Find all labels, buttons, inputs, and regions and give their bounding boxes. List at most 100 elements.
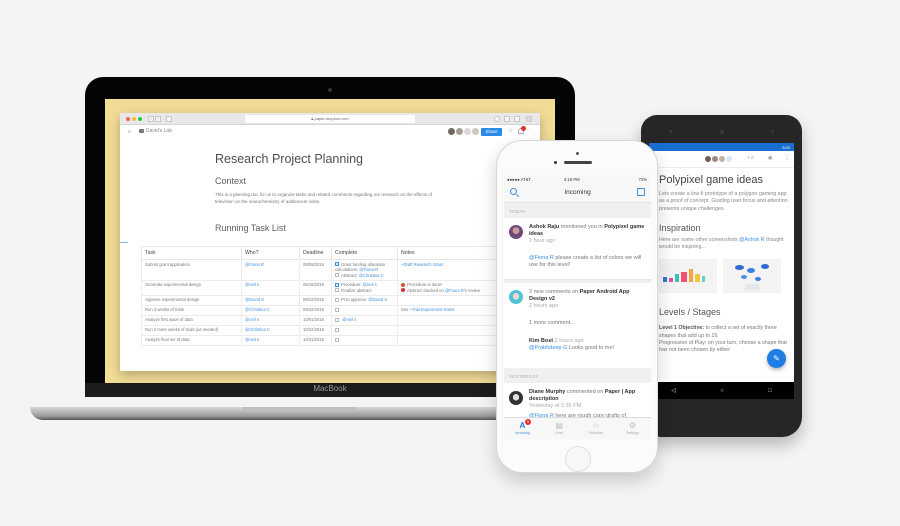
task-cell[interactable]: Approve experimental design [141,294,242,306]
tab-favorites[interactable]: ☆ Favorites [578,418,615,439]
inspiration-image-shapes[interactable] [659,259,717,294]
deadline-cell[interactable]: 10/01/2016 [299,314,332,326]
back-button[interactable]: ‹ [148,116,154,122]
close-window-button[interactable] [126,117,130,121]
doc-link[interactable]: @Fiona R [445,288,464,293]
tab-docs[interactable]: ▤ Docs [541,418,578,439]
avatar[interactable] [725,155,733,163]
collaborator-avatars[interactable] [447,127,480,136]
recents-nav-icon[interactable]: □ [768,388,772,394]
table-row[interactable]: Generate experimental design @neil s 08/15… [141,279,540,296]
avatar[interactable] [471,127,480,136]
doc-link[interactable]: ~Trial Experiment Notes [410,307,455,312]
inspiration-paragraph: Here are some other screenshots @Ashok R… [659,237,789,252]
mention-link[interactable]: @neil s [363,282,377,287]
product-showcase: ‹ › 🔒︎ paper.dropbox.com ≡ David's Lab S… [0,0,900,526]
edit-fab-button[interactable]: ✎ [767,349,786,368]
checkbox[interactable] [335,317,339,322]
deadline-cell[interactable]: 09/22/2016 [299,304,332,316]
android-screen: 3:00 +♙ ★ ⋮ Polypixel game ideas Lets cr… [649,143,794,399]
checkbox[interactable] [335,327,339,332]
star-icon[interactable]: ☆ [508,127,513,134]
task-cell[interactable]: Analyze first wave of data [141,314,242,326]
table-row[interactable]: Run 2 more weeks of trials (as needed) @C… [141,324,540,336]
deadline-cell[interactable]: 08/05/2016 [299,259,332,281]
task-cell[interactable]: Generate experimental design [141,279,242,296]
mention-link[interactable]: @Fiona R [245,262,264,267]
mention-link[interactable]: @Christina C [245,327,270,332]
checkbox-checked[interactable] [335,262,339,267]
tab-settings[interactable]: ⚙ Settings [614,418,651,439]
mention-link[interactable]: @David S [245,297,264,302]
checkbox[interactable] [335,297,339,302]
task-cell[interactable]: Submit grant application [141,259,242,281]
column-header: Deadline [299,246,332,260]
minimize-window-button[interactable] [132,117,136,121]
table-row[interactable]: Analyze first wave of data @neil s 10/01/2… [141,314,540,326]
mention-link[interactable]: @Christina C [359,273,384,278]
feed-item[interactable]: 2 new comments on Paper Android App Desi… [504,283,651,368]
checklist-text: Finalize abstract [341,287,372,293]
share-button[interactable]: Share [481,128,502,136]
back-nav-icon[interactable]: ◁ [671,387,676,394]
mention-link[interactable]: @Ashok R [739,237,764,243]
maximize-window-button[interactable] [138,117,142,121]
home-nav-icon[interactable]: ○ [720,388,724,394]
add-person-icon[interactable]: +♙ [747,155,754,161]
carrier-label: ●●●●● AT&T [507,177,531,182]
tabs-icon[interactable] [514,116,520,122]
deadline-cell[interactable]: 10/22/2016 [299,324,332,336]
mention-link[interactable]: @neil s [342,317,356,322]
mention-link[interactable]: @neil s [245,337,259,342]
deadline-cell[interactable]: 08/15/2016 [299,279,332,296]
share-sheet-icon[interactable] [504,116,510,122]
mention-link[interactable]: @neil s [245,317,259,322]
assignee-cell[interactable]: @neil s [241,279,300,296]
checkbox-checked[interactable] [335,282,339,287]
iphone-camera [576,152,579,155]
mention-link[interactable]: @Fiona R [359,267,378,272]
mention-link[interactable]: @Christina C [245,307,270,312]
star-icon[interactable]: ★ [767,154,773,162]
assignee-cell[interactable]: @David S [241,294,300,306]
folder-breadcrumb[interactable]: David's Lab [146,128,172,134]
assignee-cell[interactable]: @neil s [241,334,300,346]
table-row[interactable]: Analyze final set of data @neil s 10/31/20… [141,334,540,346]
home-button[interactable] [565,446,591,472]
checkbox[interactable] [335,273,339,278]
deadline-cell[interactable]: 10/31/2016 [299,334,332,346]
download-icon[interactable] [494,116,500,122]
overflow-menu-icon[interactable]: ⋮ [784,154,790,161]
table-row[interactable]: Submit grant application @Fiona R 08/05/20… [141,259,540,281]
task-cell[interactable]: Run 3 weeks of trials [141,304,242,316]
assignee-cell[interactable]: @neil s [241,314,300,326]
assignee-cell[interactable]: @Fiona R [241,259,300,281]
level-objective: Level 1 Objective: to collect a set of e… [659,325,789,340]
mention-link[interactable]: @David S [368,297,387,302]
checkbox[interactable] [335,288,339,293]
feed-item[interactable]: Ashok Raju mentioned you in Polypixel ga… [504,218,651,280]
checkbox[interactable] [335,337,339,342]
tab-incoming[interactable]: A 5 Incoming [504,418,541,439]
doc-link[interactable]: ~Draft Research Grant [401,262,443,267]
forward-button[interactable]: › [155,116,161,122]
mention-link[interactable]: @neil s [245,282,259,287]
assignee-cell[interactable]: @Christina C [241,304,300,316]
task-cell[interactable]: Run 2 more weeks of trials (as needed) [141,324,242,336]
assignee-cell[interactable]: @Christina C [241,324,300,336]
sidebar-toggle-button[interactable] [166,116,172,122]
table-row[interactable]: Run 3 weeks of trials @Christina C 09/22/2… [141,304,540,316]
more-options-icon[interactable]: ··· [527,127,532,133]
new-tab-button[interactable] [526,116,532,122]
url-bar[interactable]: 🔒︎ paper.dropbox.com [245,115,415,123]
hamburger-menu-icon[interactable]: ≡ [128,129,131,135]
checkbox[interactable] [335,307,339,312]
inspiration-image-flowers[interactable] [723,259,781,294]
compose-icon[interactable] [637,188,645,196]
task-cell[interactable]: Analyze final set of data [141,334,242,346]
nav-title: Incoming [564,189,591,196]
deadline-cell[interactable]: 08/22/2016 [299,294,332,306]
collaborator-avatars[interactable] [704,155,733,163]
table-row[interactable]: Approve experimental design @David S 08/22… [141,294,540,306]
more-comments-link[interactable]: 1 more comment... [529,320,647,327]
